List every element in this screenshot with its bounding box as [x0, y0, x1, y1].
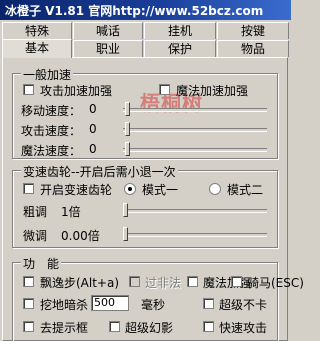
coarse-slider-thumb[interactable]: [123, 203, 128, 217]
magic-speed-label: 魔法速度：: [21, 144, 82, 158]
tab-keys[interactable]: 按键: [217, 22, 289, 39]
dig-kill-ms-input[interactable]: 500: [91, 295, 129, 311]
gear-group: 变速齿轮--开启后需小退一次 开启变速齿轮 模式一 模式二 粗调 1倍 微调 0…: [12, 163, 278, 248]
coarse-value: 1倍: [61, 205, 81, 219]
coarse-label: 粗调: [23, 205, 48, 219]
attack-boost-checkbox[interactable]: [23, 84, 34, 95]
attack-speed-value: 0: [89, 122, 97, 136]
pass-through-label: 过非法: [145, 276, 182, 290]
dig-kill-label: 挖地暗杀: [40, 298, 89, 312]
enable-gear-label: 开启变速齿轮: [40, 183, 113, 197]
title-bar: 冰橙子 V1.81 官网http://www.52bcz.com: [0, 0, 291, 20]
tab-strip-top: 特殊 喊话 挂机 按键: [0, 22, 291, 40]
tab-protection[interactable]: 保护: [144, 40, 216, 57]
move-speed-slider-thumb[interactable]: [125, 102, 130, 116]
super-nolag-checkbox[interactable]: [203, 298, 214, 309]
tab-profession[interactable]: 职业: [73, 40, 143, 57]
magic-enhance-checkbox[interactable]: [187, 276, 198, 287]
accel-group: 一般加速 攻击加速加强 魔法加速加强 移动速度： 0 攻击速度： 0 魔法速度：…: [12, 66, 278, 159]
magic-boost-checkbox[interactable]: [159, 84, 170, 95]
move-speed-value: 0: [89, 102, 97, 116]
ms-unit-label: 毫秒: [141, 298, 166, 312]
attack-speed-label: 攻击速度：: [21, 124, 82, 138]
super-illusion-label: 超级幻影: [125, 321, 174, 335]
attack-boost-label: 攻击加速加强: [40, 84, 113, 98]
move-speed-slider-track: [123, 108, 267, 112]
functions-group: 功 能 飘逸步(Alt+a) 过非法 魔法加强 骑马(ESC) 挖地暗杀 500…: [12, 255, 304, 341]
fine-slider-thumb[interactable]: [123, 227, 128, 241]
pass-through-checkbox[interactable]: [129, 276, 140, 287]
magic-boost-label: 魔法加速加强: [176, 84, 249, 98]
float-step-label: 飘逸步(Alt+a): [40, 276, 120, 290]
fine-slider-track: [123, 233, 267, 237]
fine-value: 0.00倍: [61, 229, 100, 243]
fast-attack-checkbox[interactable]: [203, 321, 214, 332]
dig-kill-checkbox[interactable]: [23, 298, 34, 309]
accel-group-legend: 一般加速: [21, 66, 74, 83]
ride-checkbox[interactable]: [231, 276, 242, 287]
tab-idle[interactable]: 挂机: [144, 22, 216, 39]
remove-hint-label: 去提示框: [40, 321, 89, 335]
fine-label: 微调: [23, 229, 48, 243]
tab-strip-bottom: 基本 职业 保护 物品: [0, 39, 291, 58]
tab-basic[interactable]: 基本: [2, 39, 72, 58]
mode2-label: 模式二: [227, 183, 264, 197]
mode1-radio[interactable]: [124, 183, 136, 195]
magic-speed-slider-thumb[interactable]: [125, 142, 130, 156]
magic-enhance-label: 魔法加强: [203, 276, 252, 290]
gear-group-legend: 变速齿轮--开启后需小退一次: [21, 163, 178, 180]
coarse-slider-track: [123, 209, 267, 213]
float-step-checkbox[interactable]: [23, 276, 34, 287]
tab-special[interactable]: 特殊: [2, 22, 72, 39]
tab-shout[interactable]: 喊话: [73, 22, 143, 39]
mode1-label: 模式一: [142, 183, 179, 197]
attack-speed-slider-thumb[interactable]: [125, 122, 130, 136]
magic-speed-slider-track: [123, 148, 267, 152]
tab-items[interactable]: 物品: [217, 40, 289, 57]
functions-group-legend: 功 能: [21, 255, 62, 272]
super-illusion-checkbox[interactable]: [109, 321, 120, 332]
mode2-radio[interactable]: [209, 183, 221, 195]
move-speed-label: 移动速度：: [21, 104, 82, 118]
ride-label: 骑马(ESC): [247, 276, 304, 290]
magic-speed-value: 0: [89, 142, 97, 156]
window-title: 冰橙子 V1.81 官网http://www.52bcz.com: [5, 4, 264, 18]
attack-speed-slider-track: [123, 128, 267, 132]
fast-attack-label: 快速攻击: [219, 321, 268, 335]
remove-hint-checkbox[interactable]: [23, 321, 34, 332]
enable-gear-checkbox[interactable]: [23, 183, 34, 194]
super-nolag-label: 超级不卡: [219, 298, 268, 312]
